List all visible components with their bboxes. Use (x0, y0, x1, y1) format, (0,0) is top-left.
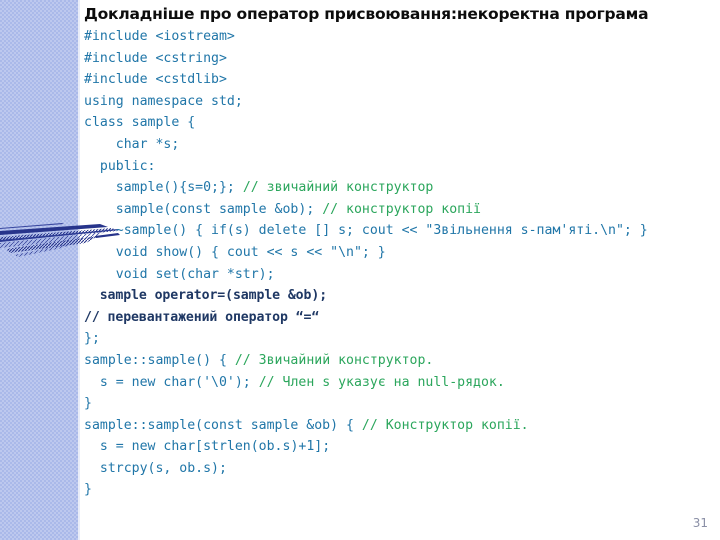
code-text: s = new char[strlen(ob.s)+1]; (84, 439, 331, 455)
code-text: // перевантажений оператор “=“ (84, 309, 320, 325)
code-line: using namespace std; (84, 91, 720, 113)
code-line: ~sample() { if(s) delete [] s; cout << "… (84, 220, 720, 242)
code-text: ~sample() { if(s) delete [] s; cout << "… (84, 223, 648, 239)
code-line-emphasis: // перевантажений оператор “=“ (84, 307, 720, 329)
code-line-emphasis: sample operator=(sample &ob); (84, 285, 720, 307)
code-text: #include <cstring> (84, 50, 227, 66)
code-comment: // конструктор копії (322, 201, 481, 217)
code-line: void show() { cout << s << "\n"; } (84, 242, 720, 264)
code-text: using namespace std; (84, 93, 243, 109)
code-text: }; (84, 331, 100, 347)
code-line: class sample { (84, 112, 720, 134)
code-line: sample(const sample &ob); // конструктор… (84, 199, 720, 221)
code-text: #include <iostream> (84, 29, 235, 44)
slide-canvas: Докладніше про оператор присвоювання:нек… (0, 0, 720, 540)
code-line: strcpy(s, ob.s); (84, 458, 720, 480)
code-text: sample(){s=0;}; (84, 180, 243, 196)
code-listing: #include <iostream> #include <cstring> #… (84, 26, 720, 501)
code-text: } (84, 396, 92, 412)
code-comment: // Конструктор копії. (361, 417, 529, 433)
code-text: } (84, 482, 92, 498)
code-line: } (84, 479, 720, 501)
code-text: sample::sample(const sample &ob) { (84, 417, 362, 433)
code-line: #include <cstring> (84, 48, 720, 70)
code-text: public: (84, 158, 156, 174)
code-line: #include <iostream> (84, 26, 720, 48)
code-line: }; (84, 328, 720, 350)
slide-content: Докладніше про оператор присвоювання:нек… (84, 0, 720, 540)
code-line: #include <cstdlib> (84, 69, 720, 91)
code-text: sample(const sample &ob); (84, 201, 323, 217)
code-text: #include <cstdlib> (84, 72, 227, 88)
code-text: class sample { (84, 115, 196, 131)
code-line: sample(){s=0;}; // звичайний конструктор (84, 177, 720, 199)
code-line: s = new char('\0'); // Член s указує на … (84, 372, 720, 394)
code-line: public: (84, 156, 720, 178)
code-line: void set(char *str); (84, 264, 720, 286)
left-decorative-sidebar (0, 0, 78, 540)
code-text: strcpy(s, ob.s); (84, 460, 227, 476)
code-line: char *s; (84, 134, 720, 156)
code-line: sample::sample() { // Звичайний конструк… (84, 350, 720, 372)
code-text: sample::sample() { (84, 352, 235, 368)
code-text: void show() { cout << s << "\n"; } (84, 244, 386, 260)
page-title: Докладніше про оператор присвоювання:нек… (84, 5, 649, 23)
code-text: void set(char *str); (84, 266, 275, 282)
code-line: s = new char[strlen(ob.s)+1]; (84, 436, 720, 458)
code-comment: // Член s указує на null-рядок. (258, 374, 505, 390)
code-text: sample operator=(sample &ob); (84, 288, 328, 304)
code-line: sample::sample(const sample &ob) { // Ко… (84, 415, 720, 437)
code-text: char *s; (84, 136, 180, 152)
code-comment: // звичайний конструктор (242, 180, 434, 196)
code-text: s = new char('\0'); (84, 374, 259, 390)
code-line: } (84, 393, 720, 415)
page-number: 31 (692, 516, 708, 530)
code-comment: // Звичайний конструктор. (234, 352, 434, 368)
sidebar-edge-divider (78, 0, 80, 540)
